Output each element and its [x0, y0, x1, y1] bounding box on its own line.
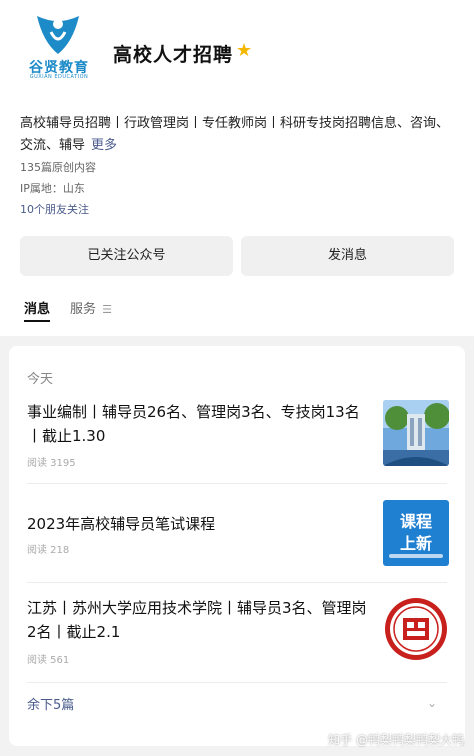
description-text: 高校辅导员招聘丨行政管理岗丨专任教师岗丨科研专技岗招聘信息、咨询、交流、辅导: [20, 116, 450, 153]
send-message-button[interactable]: 发消息: [241, 236, 454, 276]
chevron-down-icon[interactable]: ⌄: [427, 696, 437, 710]
menu-icon: ☰: [102, 303, 113, 316]
divider: [27, 483, 447, 484]
article-reads: 阅读 561: [27, 655, 70, 666]
thumb-stripe: [389, 554, 443, 558]
divider: [27, 682, 447, 683]
account-header: 谷贤教育 GUXIAN EDUCATION 高校人才招聘 ★: [0, 0, 474, 105]
account-description: 高校辅导员招聘丨行政管理岗丨专任教师岗丨科研专技岗招聘信息、咨询、交流、辅导 更多: [20, 113, 460, 157]
followed-button[interactable]: 已关注公众号: [20, 236, 233, 276]
message-list: 今天 事业编制丨辅导员26名、管理岗3名、专技岗13名丨截止1.30 阅读 31…: [9, 346, 465, 746]
tab-services-label: 服务: [70, 302, 97, 317]
thumb-text-new: 上新: [399, 534, 432, 553]
logo-icon: [37, 16, 79, 54]
university-seal-thumbnail[interactable]: [383, 596, 449, 662]
ip-location: IP属地：山东: [20, 182, 85, 195]
article-reads: 阅读 3195: [27, 458, 76, 469]
star-icon[interactable]: ★: [236, 41, 252, 61]
article-reads: 阅读 218: [27, 545, 70, 556]
divider: [27, 582, 447, 583]
day-label: 今天: [27, 372, 54, 387]
logo-subtext: GUXIAN EDUCATION: [29, 74, 89, 80]
tab-messages[interactable]: 消息: [24, 298, 51, 322]
account-name: 高校人才招聘: [113, 44, 234, 66]
tab-services[interactable]: 服务 ☰: [70, 298, 112, 317]
original-count: 135篇原创内容: [20, 161, 96, 174]
watermark: 知乎 @鸭梨鸭梨鸭梨大鸭: [328, 733, 464, 747]
friends-follow[interactable]: 10个朋友关注: [20, 201, 89, 217]
article-title[interactable]: 江苏丨苏州大学应用技术学院丨辅导员3名、管理岗2名丨截止2.1: [27, 596, 369, 644]
remaining-articles-link[interactable]: 余下5篇: [27, 694, 74, 713]
article-title[interactable]: 事业编制丨辅导员26名、管理岗3名、专技岗13名丨截止1.30: [27, 400, 369, 448]
thumb-text-course: 课程: [399, 512, 432, 531]
course-update-thumbnail[interactable]: 课程 上新: [383, 500, 449, 566]
more-link[interactable]: 更多: [91, 138, 117, 153]
campus-photo-thumbnail[interactable]: [383, 400, 449, 466]
article-title[interactable]: 2023年高校辅导员笔试课程: [27, 512, 369, 536]
